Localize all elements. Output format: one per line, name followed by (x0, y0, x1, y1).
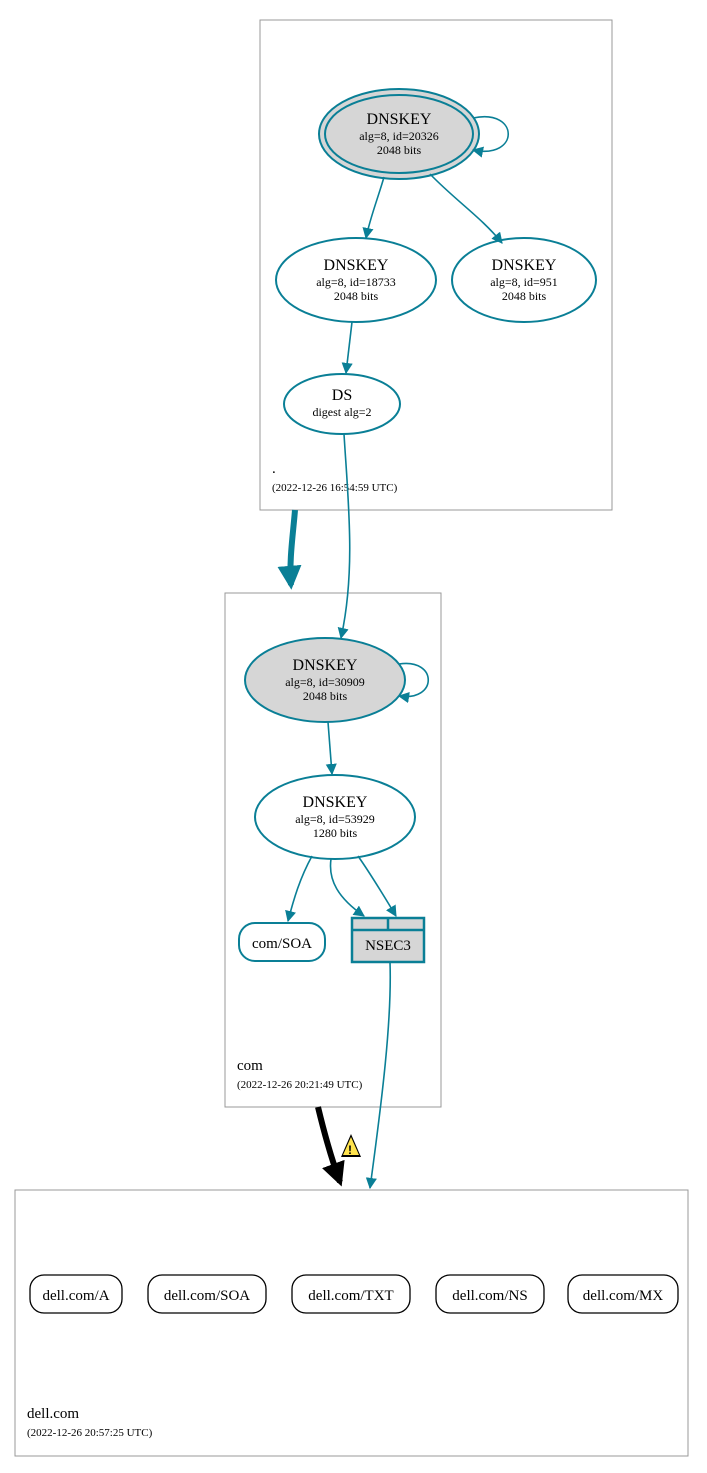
node-com-soa: com/SOA (239, 923, 325, 961)
node-dell-ns: dell.com/NS (436, 1275, 544, 1313)
svg-text:dell.com/TXT: dell.com/TXT (308, 1288, 393, 1304)
svg-text:dell.com/SOA: dell.com/SOA (164, 1288, 250, 1304)
zone-dell-name: dell.com (27, 1406, 79, 1422)
svg-text:com/SOA: com/SOA (252, 936, 312, 952)
svg-text:1280 bits: 1280 bits (313, 826, 358, 840)
svg-text:2048 bits: 2048 bits (377, 143, 422, 157)
node-root-zsk1: DNSKEY alg=8, id=18733 2048 bits (276, 238, 436, 322)
svg-text:dell.com/MX: dell.com/MX (583, 1288, 664, 1304)
svg-text:2048 bits: 2048 bits (502, 289, 547, 303)
zone-root-time: (2022-12-26 16:54:59 UTC) (272, 482, 398, 494)
svg-text:DNSKEY: DNSKEY (303, 794, 368, 811)
svg-text:DNSKEY: DNSKEY (324, 257, 389, 274)
node-dell-soa: dell.com/SOA (148, 1275, 266, 1313)
svg-text:DNSKEY: DNSKEY (293, 657, 358, 674)
node-com-nsec3: NSEC3 (352, 918, 424, 962)
zone-dell: dell.com (2022-12-26 20:57:25 UTC) (15, 1190, 688, 1456)
svg-text:DNSKEY: DNSKEY (367, 111, 432, 128)
node-root-zsk2: DNSKEY alg=8, id=951 2048 bits (452, 238, 596, 322)
node-com-ksk: DNSKEY alg=8, id=30909 2048 bits (245, 638, 405, 722)
warning-icon: ! (341, 1134, 361, 1157)
node-root-ksk: DNSKEY alg=8, id=20326 2048 bits (319, 89, 479, 179)
svg-text:NSEC3: NSEC3 (365, 938, 411, 954)
svg-text:alg=8, id=30909: alg=8, id=30909 (285, 675, 365, 689)
node-root-ds: DS digest alg=2 (284, 374, 400, 434)
svg-text:dell.com/NS: dell.com/NS (452, 1288, 527, 1304)
node-dell-mx: dell.com/MX (568, 1275, 678, 1313)
svg-text:alg=8, id=951: alg=8, id=951 (490, 275, 558, 289)
zone-dell-time: (2022-12-26 20:57:25 UTC) (27, 1427, 153, 1439)
svg-text:!: ! (348, 1143, 352, 1157)
svg-text:DS: DS (332, 387, 352, 404)
zone-com-time: (2022-12-26 20:21:49 UTC) (237, 1079, 363, 1091)
svg-text:alg=8, id=53929: alg=8, id=53929 (295, 812, 375, 826)
zone-root-name: . (272, 461, 276, 477)
svg-text:alg=8, id=20326: alg=8, id=20326 (359, 129, 439, 143)
svg-text:alg=8, id=18733: alg=8, id=18733 (316, 275, 396, 289)
svg-text:dell.com/A: dell.com/A (42, 1288, 109, 1304)
edge-com-to-dell (318, 1107, 340, 1182)
svg-text:2048 bits: 2048 bits (303, 689, 348, 703)
zone-com-name: com (237, 1058, 263, 1074)
dnssec-diagram: . (2022-12-26 16:54:59 UTC) DNSKEY alg=8… (0, 0, 707, 1473)
svg-text:2048 bits: 2048 bits (334, 289, 379, 303)
node-com-zsk: DNSKEY alg=8, id=53929 1280 bits (255, 775, 415, 859)
svg-text:DNSKEY: DNSKEY (492, 257, 557, 274)
edge-root-to-com (290, 510, 295, 585)
node-dell-txt: dell.com/TXT (292, 1275, 410, 1313)
node-dell-a: dell.com/A (30, 1275, 122, 1313)
svg-text:digest alg=2: digest alg=2 (312, 405, 371, 419)
